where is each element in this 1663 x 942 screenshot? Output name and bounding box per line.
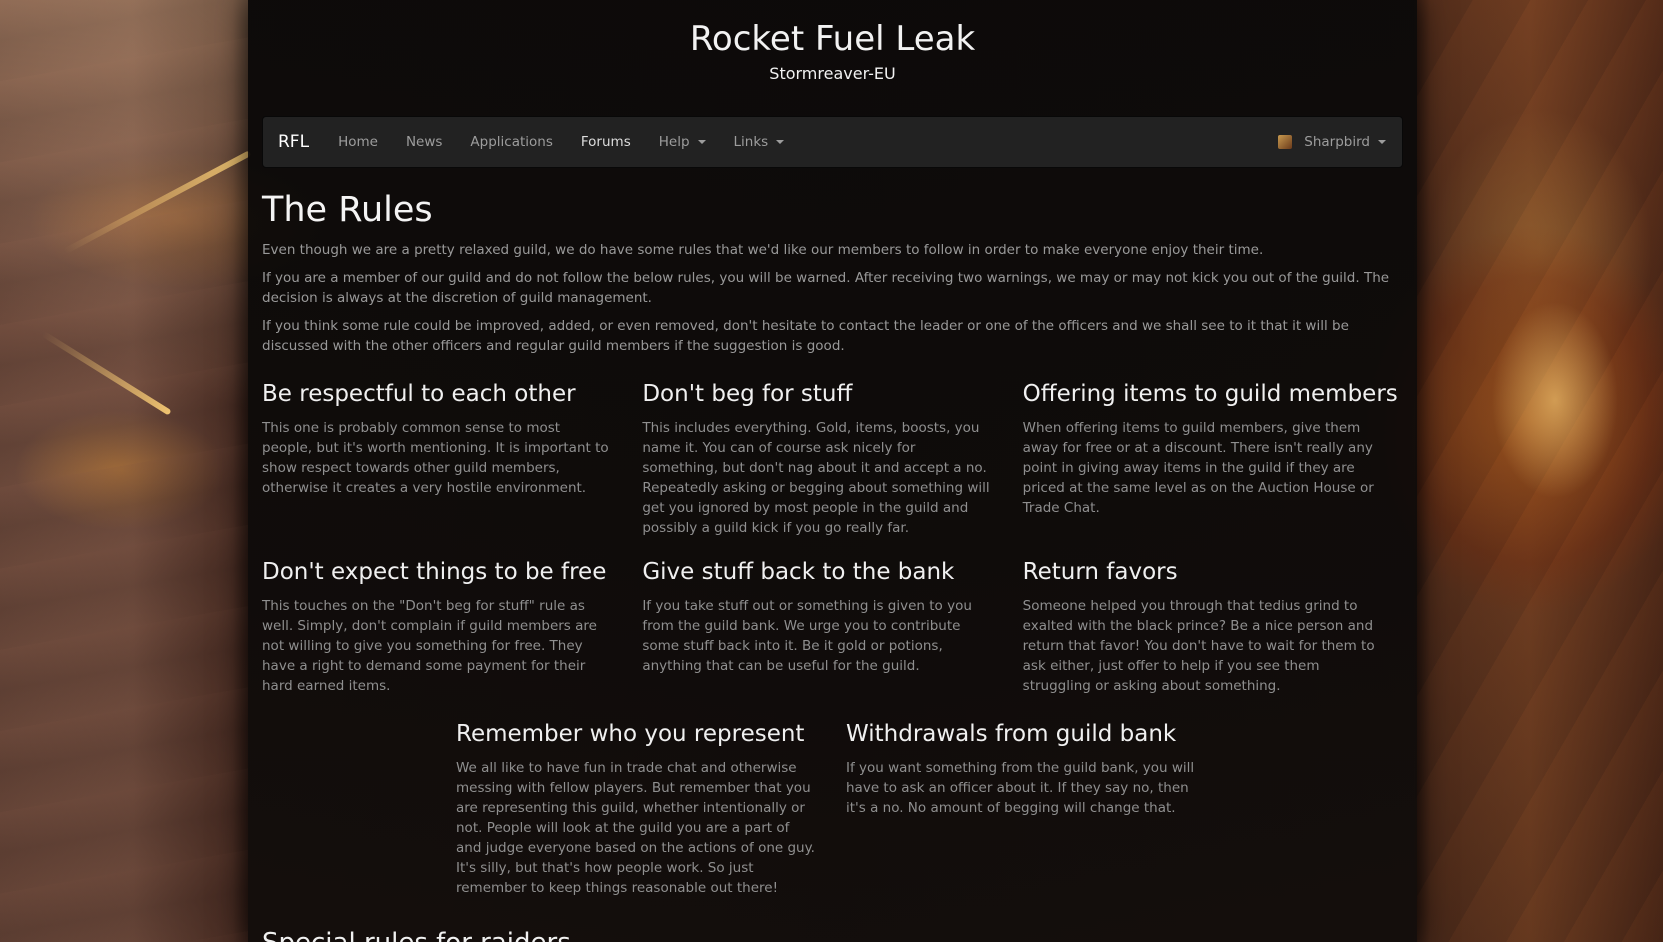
rule-title: Don't beg for stuff (642, 381, 853, 407)
nav-item-forums[interactable]: Forums (567, 134, 645, 150)
page-title: The Rules (262, 190, 433, 230)
rule-text: If you take stuff out or something is gi… (642, 598, 972, 674)
rule-title: Withdrawals from guild bank (846, 721, 1177, 747)
rule-title: Return favors (1022, 559, 1178, 585)
nav-item-applications[interactable]: Applications (456, 134, 566, 150)
nav-item-label: Applications (470, 134, 553, 150)
rules-row: Be respectful to each other This one is … (262, 380, 1403, 538)
rule-card: Be respectful to each other This one is … (262, 380, 642, 538)
nav-item-label: News (405, 134, 443, 150)
site-title: Rocket Fuel Leak (689, 19, 976, 59)
site-subtitle: Stormreaver-EU (769, 64, 896, 83)
rule-text: When offering items to guild members, gi… (1022, 420, 1374, 516)
rule-text: This one is probably common sense to mos… (262, 420, 609, 496)
caret-down-icon (776, 140, 785, 144)
rule-title: Don't expect things to be free (262, 559, 607, 585)
intro-paragraph: Even though we are a pretty relaxed guil… (262, 242, 1264, 258)
main-container: Rocket Fuel Leak Stormreaver-EU RFL Home… (248, 0, 1417, 942)
rules-row: Remember who you represent We all like t… (262, 720, 1403, 898)
user-name: Sharpbird (1304, 134, 1370, 150)
caret-down-icon (1378, 140, 1386, 144)
rule-card: Don't beg for stuff This includes everyt… (642, 380, 1022, 538)
rule-card: Remember who you represent We all like t… (456, 720, 846, 898)
rule-card: Give stuff back to the bank If you take … (642, 558, 1022, 696)
rules-row: Don't expect things to be free This touc… (262, 558, 1403, 696)
rule-title: Remember who you represent (456, 721, 805, 747)
rule-card: Offering items to guild members When off… (1023, 380, 1403, 538)
rule-title: Be respectful to each other (262, 381, 576, 407)
rule-title: Give stuff back to the bank (642, 559, 955, 585)
navbar: RFL Home News Applications Forums Help L… (262, 116, 1403, 168)
rule-text: Someone helped you through that tedius g… (1022, 598, 1375, 694)
nav-item-label: Forums (580, 134, 631, 150)
rule-card: Don't expect things to be free This touc… (262, 558, 642, 696)
nav-item-news[interactable]: News (392, 134, 456, 150)
rule-card: Return favors Someone helped you through… (1023, 558, 1403, 696)
nav-item-label: Help (658, 134, 690, 150)
background-art-left (0, 0, 248, 942)
nav-item-label: Home (338, 134, 378, 150)
rule-text: This includes everything. Gold, items, b… (642, 420, 990, 536)
navbar-brand[interactable]: RFL (263, 132, 324, 152)
nav-item-links-dropdown[interactable]: Links (720, 134, 799, 150)
background-art-right (1415, 0, 1663, 942)
user-menu-dropdown[interactable]: Sharpbird (1278, 134, 1386, 150)
rule-title: Offering items to guild members (1022, 381, 1398, 407)
nav-item-home[interactable]: Home (324, 134, 392, 150)
nav-item-label: Links (733, 134, 769, 150)
rule-card: Withdrawals from guild bank If you want … (846, 720, 1236, 898)
rule-text: If you want something from the guild ban… (846, 760, 1195, 816)
nav-item-help-dropdown[interactable]: Help (645, 134, 720, 150)
site-header: Rocket Fuel Leak Stormreaver-EU (262, 0, 1403, 100)
user-avatar-icon (1278, 135, 1293, 149)
intro-paragraph: If you think some rule could be improved… (262, 318, 1349, 354)
rule-text: This touches on the "Don't beg for stuff… (262, 598, 597, 694)
intro-paragraph: If you are a member of our guild and do … (262, 270, 1390, 306)
section-title: Special rules for raiders (262, 928, 1403, 942)
rule-text: We all like to have fun in trade chat an… (456, 760, 815, 896)
caret-down-icon (697, 140, 706, 144)
